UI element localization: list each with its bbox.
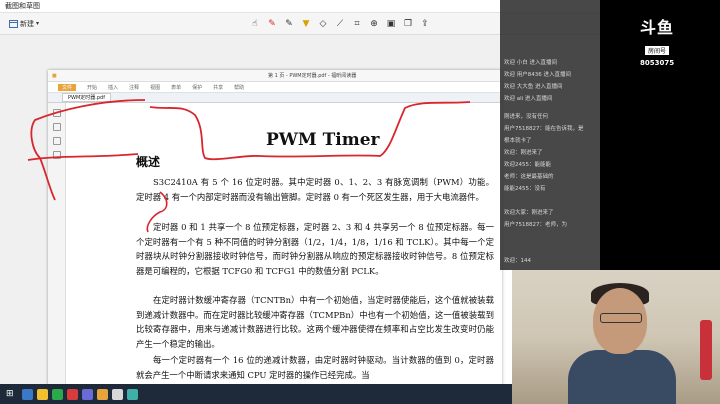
- bookmark-icon[interactable]: [52, 109, 61, 117]
- chat-line: 欢迎大家：刚进来了: [504, 210, 554, 216]
- doc-heading: 概述: [136, 155, 161, 169]
- window-title: 截图和草图: [5, 2, 40, 10]
- doc-paragraph-1: S3C2410A 有 5 个 16 位定时器。其中定时器 0、1、2、3 有脉宽…: [136, 177, 494, 202]
- pencil-icon[interactable]: ✎: [282, 17, 296, 31]
- crop-icon[interactable]: ⌗: [350, 17, 364, 31]
- copy-icon[interactable]: ❐: [401, 17, 415, 31]
- taskbar-app-icon[interactable]: [67, 388, 78, 400]
- doc-paragraph-4: 每一个定时器有一个 16 位的递减计数器，由定时器时钟驱动。当计数器的值到 0，…: [136, 355, 494, 380]
- chat-line: 用户7518827：能在告诉我，是: [504, 126, 584, 132]
- taskbar-app-icon[interactable]: [82, 388, 93, 400]
- webcam-person-glasses: [600, 313, 642, 323]
- webcam-background-bottle: [700, 320, 712, 380]
- chevron-down-icon: ▾: [36, 20, 40, 27]
- ballpoint-pen-icon[interactable]: ✎: [265, 17, 279, 31]
- taskbar-app-icon[interactable]: [52, 388, 63, 400]
- taskbar-app-icon[interactable]: [22, 388, 33, 400]
- douyu-logo: 斗鱼 房间号 8053075: [640, 14, 674, 67]
- start-icon[interactable]: ⊞: [6, 389, 18, 399]
- app-logo-icon: ■: [52, 72, 57, 79]
- brand-name: 斗鱼: [640, 18, 675, 37]
- pdf-menubar: 文件 开始 插入 注释 视图 表单 保护 共享 帮助: [48, 82, 502, 92]
- chat-line: 能能2455：没有: [504, 186, 546, 192]
- menu-comment[interactable]: 注释: [129, 84, 139, 91]
- share-icon[interactable]: ⇪: [418, 17, 432, 31]
- menu-home[interactable]: 开始: [87, 84, 97, 91]
- chat-line: 刚进来，没有任何: [504, 114, 549, 120]
- highlighter-icon[interactable]: ▼: [299, 17, 313, 31]
- new-snip-icon: [9, 19, 18, 28]
- pdf-sidebar: [48, 103, 66, 395]
- chat-line: 欢迎 ali 进入直播间: [504, 96, 553, 102]
- menu-file[interactable]: 文件: [58, 83, 77, 91]
- menu-insert[interactable]: 插入: [108, 84, 118, 91]
- eraser-icon[interactable]: ◇: [316, 17, 330, 31]
- taskbar-app-icon[interactable]: [112, 388, 123, 400]
- chat-panel: 欢迎 小白 进入直播间 欢迎 用户8436 进入直播间 欢迎 大大鱼 进入直播间…: [500, 0, 600, 270]
- chat-line: 欢迎2455：能能能: [504, 162, 551, 168]
- pdf-window-title: 第 1 页 - PWM定时器.pdf - 福昕阅读器: [268, 73, 357, 79]
- zoom-icon[interactable]: ⊕: [367, 17, 381, 31]
- taskbar-app-icon[interactable]: [97, 388, 108, 400]
- tab-pwm-pdf[interactable]: PWM定时器.pdf: [62, 93, 111, 102]
- screen: 截图和草图 新建 ▾ ☝ ✎ ✎ ▼ ◇ ⟋ ⌗ ⊕ ▣ ❐ ⇪ ■ 第 1 页…: [0, 0, 720, 404]
- attachment-icon[interactable]: [52, 151, 61, 159]
- taskbar: ⊞: [0, 384, 512, 404]
- webcam-person-shirt: [568, 350, 676, 404]
- doc-paragraph-3: 在定时器计数缓冲寄存器（TCNTBn）中有一个初始值，当定时器使能后，这个值就被…: [136, 295, 494, 349]
- pdf-titlebar: ■ 第 1 页 - PWM定时器.pdf - 福昕阅读器: [48, 70, 502, 82]
- new-snip-label: 新建: [20, 19, 34, 28]
- thumbnail-icon[interactable]: [52, 123, 61, 131]
- taskbar-app-icon[interactable]: [37, 388, 48, 400]
- chat-line: 欢迎 小白 进入直播间: [504, 60, 557, 66]
- new-snip-button[interactable]: 新建 ▾: [4, 16, 44, 32]
- menu-protect[interactable]: 保护: [192, 84, 202, 91]
- room-number: 8053075: [640, 59, 675, 67]
- taskbar-app-icon[interactable]: [127, 388, 138, 400]
- pdf-reader-window: ■ 第 1 页 - PWM定时器.pdf - 福昕阅读器 文件 开始 插入 注释…: [48, 70, 502, 395]
- ruler-icon[interactable]: ⟋: [333, 17, 347, 31]
- chat-line: 欢迎：144: [504, 258, 531, 264]
- chat-line: 用户7518827：老师，为: [504, 222, 567, 228]
- room-label: 房间号: [645, 46, 670, 55]
- pdf-tabbar: PWM定时器.pdf: [48, 92, 502, 103]
- menu-share[interactable]: 共享: [213, 84, 223, 91]
- chat-line: 欢迎 用户8436 进入直播间: [504, 72, 571, 78]
- layers-icon[interactable]: [52, 137, 61, 145]
- touch-writing-icon[interactable]: ☝: [248, 17, 262, 31]
- menu-view[interactable]: 视图: [150, 84, 160, 91]
- chat-line: 根本就卡了: [504, 138, 532, 144]
- chat-line: 欢迎 大大鱼 进入直播间: [504, 84, 563, 90]
- pdf-page: PWM Timer 概述 S3C2410A 有 5 个 16 位定时器。其中定时…: [66, 103, 502, 395]
- menu-help[interactable]: 帮助: [234, 84, 244, 91]
- chat-line: 老师：这是最基础的: [504, 174, 554, 180]
- save-icon[interactable]: ▣: [384, 17, 398, 31]
- menu-form[interactable]: 表单: [171, 84, 181, 91]
- doc-title: PWM Timer: [266, 130, 380, 150]
- doc-paragraph-2: 定时器 0 和 1 共享一个 8 位预定标器，定时器 2、3 和 4 共享另一个…: [136, 222, 494, 276]
- chat-line: 欢迎：刚进来了: [504, 150, 543, 156]
